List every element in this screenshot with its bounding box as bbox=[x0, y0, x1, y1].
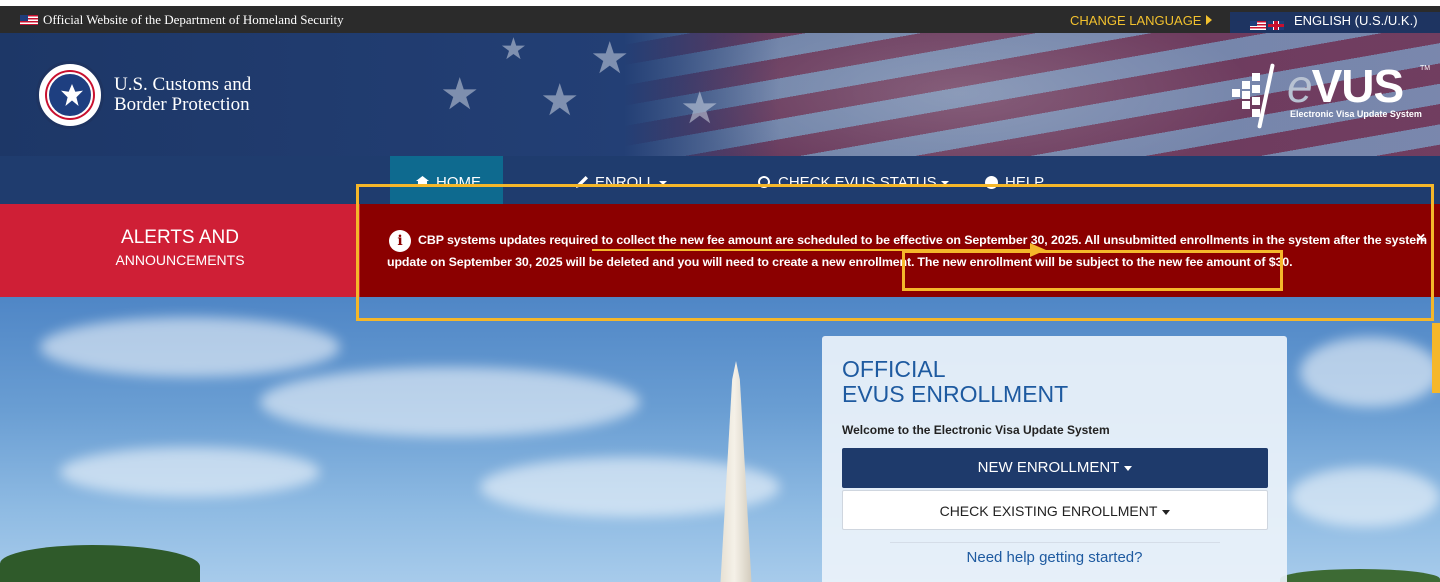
chevron-down-icon bbox=[940, 181, 949, 186]
us-flag-icon bbox=[20, 15, 38, 25]
site-header: ★ ★ ★ ★ ★ U.S. Customs and Border Protec… bbox=[0, 33, 1440, 156]
eagle-icon bbox=[61, 84, 83, 106]
close-icon[interactable]: × bbox=[1416, 230, 1425, 248]
official-website-text: Official Website of the Department of Ho… bbox=[43, 12, 344, 27]
change-language-link[interactable]: CHANGE LANGUAGE bbox=[1070, 13, 1201, 28]
trees-image bbox=[1280, 569, 1440, 582]
card-title: OFFICIAL bbox=[842, 356, 946, 382]
alert-fee-text: The new enrollment will be subject to th… bbox=[917, 255, 1293, 269]
caret-right-icon bbox=[1206, 15, 1212, 25]
current-language-label: ENGLISH (U.S./U.K.) bbox=[1294, 13, 1418, 28]
welcome-text: Welcome to the Electronic Visa Update Sy… bbox=[842, 423, 1110, 437]
check-existing-enrollment-button[interactable]: CHECK EXISTING ENROLLMENT bbox=[842, 490, 1268, 530]
divider bbox=[890, 542, 1220, 543]
evus-logo-subtitle: Electronic Visa Update System bbox=[1290, 109, 1422, 119]
arrow-right-icon bbox=[1030, 243, 1046, 257]
home-icon bbox=[416, 176, 429, 187]
alerts-heading: ALERTS AND ANNOUNCEMENTS bbox=[0, 204, 360, 297]
chevron-down-icon bbox=[1162, 509, 1171, 515]
dhs-seal-logo[interactable] bbox=[36, 61, 104, 129]
star-decoration: ★ bbox=[440, 70, 480, 119]
help-getting-started-link[interactable]: Need help getting started? bbox=[822, 549, 1287, 566]
side-tab[interactable] bbox=[1432, 323, 1440, 393]
alert-text-line1: CBP systems updates required to collect … bbox=[418, 233, 1427, 247]
nav-enroll[interactable]: ENROLL bbox=[575, 156, 675, 204]
government-banner: Official Website of the Department of Ho… bbox=[0, 6, 1440, 39]
uk-flag-icon bbox=[1268, 21, 1284, 30]
star-decoration: ★ bbox=[680, 84, 720, 133]
agency-name[interactable]: U.S. Customs and Border Protection bbox=[114, 75, 251, 115]
trees-image bbox=[0, 545, 200, 582]
evus-globe-icon bbox=[1232, 61, 1282, 131]
evus-logo[interactable]: eVUS TM Electronic Visa Update System bbox=[1232, 57, 1432, 137]
star-decoration: ★ bbox=[540, 76, 580, 125]
enrollment-card: OFFICIAL EVUS ENROLLMENT Welcome to the … bbox=[822, 336, 1287, 582]
alert-text-line2: update on September 30, 2025 will be del… bbox=[387, 255, 1293, 269]
chevron-down-icon bbox=[659, 181, 668, 186]
annotation-arrow bbox=[592, 249, 1032, 251]
nav-check-evus-status[interactable]: CHECK EVUS STATUS bbox=[758, 156, 949, 204]
main-navigation: HOME ENROLL CHECK EVUS STATUS HELP bbox=[0, 156, 1440, 204]
info-icon: i bbox=[389, 230, 411, 252]
new-enrollment-button[interactable]: NEW ENROLLMENT bbox=[842, 448, 1268, 488]
us-flag-icon bbox=[1250, 21, 1266, 30]
nav-home[interactable]: HOME bbox=[390, 156, 503, 204]
star-decoration: ★ bbox=[590, 34, 630, 83]
nav-help[interactable]: HELP bbox=[985, 156, 1065, 204]
star-decoration: ★ bbox=[500, 33, 527, 66]
chevron-down-icon bbox=[1124, 465, 1133, 471]
card-title: EVUS ENROLLMENT bbox=[842, 381, 1069, 407]
